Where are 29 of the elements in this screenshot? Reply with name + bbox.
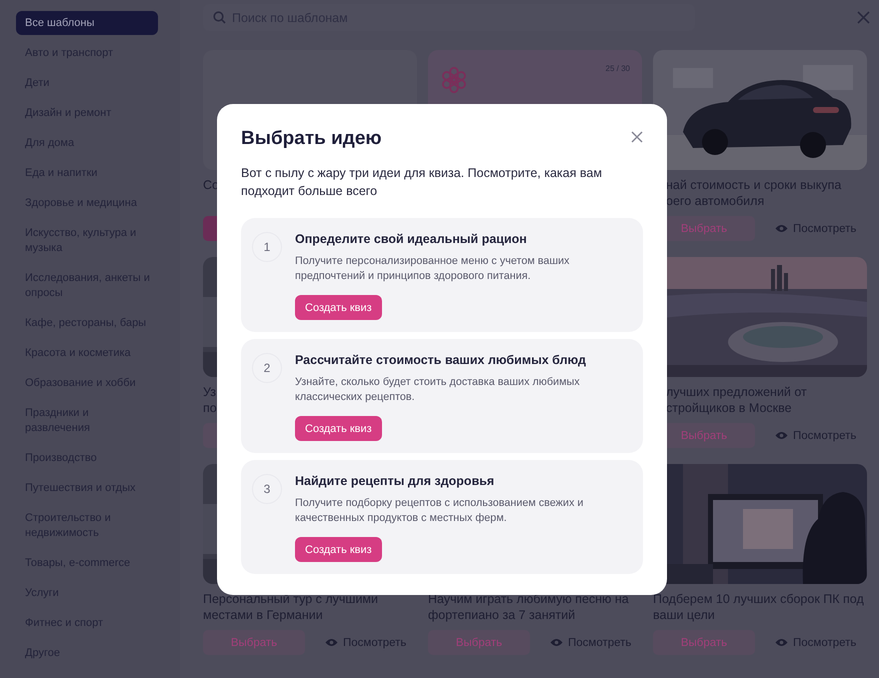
dialog-description: Вот с пылу с жару три идеи для квиза. Посмотрите, какая вам подходит больше всего: [241, 165, 603, 200]
eye-icon: [775, 224, 788, 233]
choose-button[interactable]: [203, 216, 217, 241]
create-quiz-button[interactable]: Создать квиз: [295, 295, 382, 320]
dialog-title: Выбрать идею: [241, 127, 382, 151]
close-icon[interactable]: [631, 131, 643, 143]
create-quiz-button[interactable]: Создать квиз: [295, 537, 382, 562]
sidebar-item[interactable]: Все шаблоны: [16, 11, 158, 35]
close-icon[interactable]: [857, 11, 870, 24]
choose-button[interactable]: Выбрать: [203, 630, 305, 655]
idea-description: Получите персонализированное меню с учетом ваших предпочтений и принципов здорового питания.: [295, 254, 570, 284]
idea-title: Рассчитайте стоимость ваших любимых блюд: [295, 352, 587, 368]
eye-icon: [550, 638, 563, 647]
choose-button[interactable]: [203, 423, 217, 448]
eye-icon: [325, 638, 338, 647]
idea-number: 2: [252, 353, 282, 383]
eye-icon: [775, 431, 788, 440]
idea-title: Найдите рецепты для здоровья: [295, 473, 496, 489]
choose-button[interactable]: Выбрать: [653, 630, 755, 655]
idea-number: 3: [252, 474, 282, 504]
idea-title: Определите свой идеальный рацион: [295, 231, 528, 247]
search-icon: [213, 11, 226, 24]
knot-logo-icon: [440, 65, 468, 95]
create-quiz-button[interactable]: Создать квиз: [295, 416, 382, 441]
idea-description: Узнайте, сколько будет стоить доставка ваших любимых классических рецептов.: [295, 375, 581, 405]
eye-icon: [775, 638, 788, 647]
idea-number: 1: [252, 232, 282, 262]
choose-button[interactable]: Выбрать: [428, 630, 530, 655]
idea-description: Получите подборку рецептов с использованием свежих и качественных продуктов с местных ферм.: [295, 496, 584, 526]
